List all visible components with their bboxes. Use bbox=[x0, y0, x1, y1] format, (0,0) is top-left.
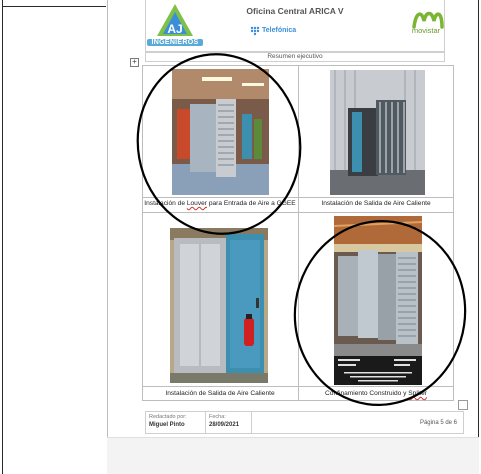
annotation-circle-louver bbox=[136, 53, 302, 235]
footer-date-label: Fecha: bbox=[209, 414, 226, 420]
annotation-circle-confinement bbox=[293, 220, 467, 406]
footer-author-cell: Redactado por: Miguel Pinto bbox=[146, 412, 206, 433]
footer-date: 28/09/2021 bbox=[209, 422, 240, 428]
table-resize-handle[interactable] bbox=[458, 400, 468, 410]
footer-date-cell: Fecha: 28/09/2021 bbox=[206, 412, 252, 433]
document-footer: Redactado por: Miguel Pinto Fecha: 28/09… bbox=[145, 411, 464, 434]
footer-author: Miguel Pinto bbox=[149, 422, 185, 428]
footer-page-number: Página 5 de 6 bbox=[419, 420, 457, 426]
footer-author-label: Redactado por: bbox=[149, 414, 187, 420]
annotation-circles bbox=[136, 53, 467, 406]
